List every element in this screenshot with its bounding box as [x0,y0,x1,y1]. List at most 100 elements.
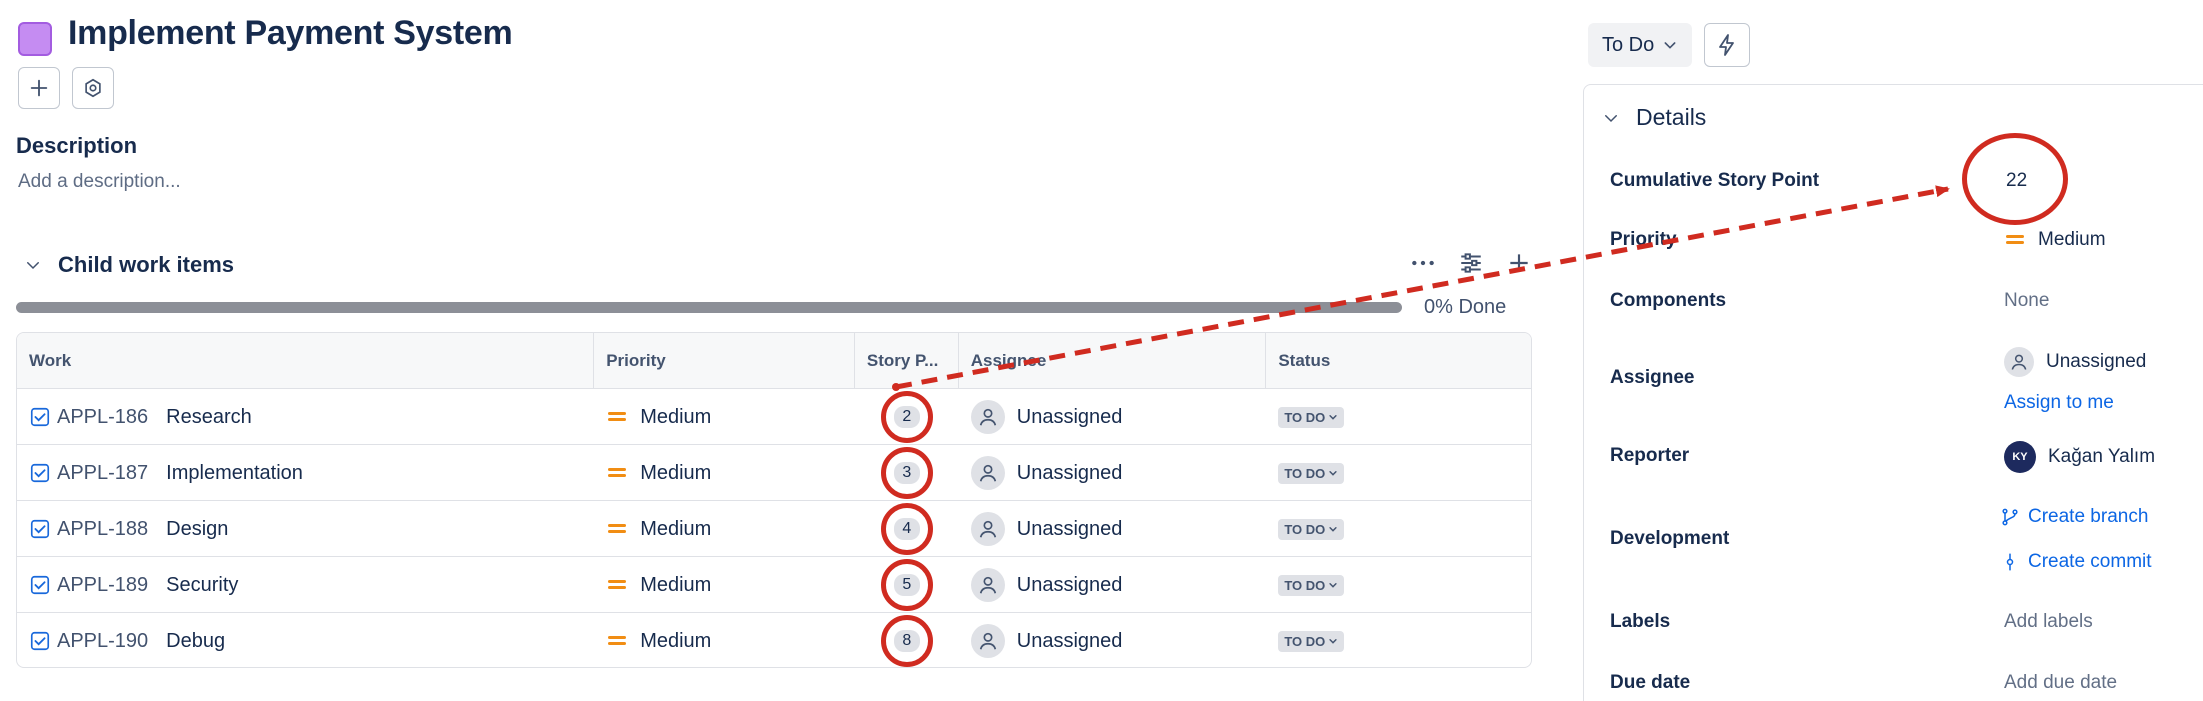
column-header-priority[interactable]: Priority [594,333,855,389]
table-row[interactable]: APPL-190 Debug Medium 8 Unassigned TO DO [17,613,1531,667]
story-points-annotated: 2 [880,391,933,443]
status-dropdown[interactable]: TO DO [1278,574,1345,596]
issue-key-link[interactable]: APPL-189 [57,574,148,597]
annotation-circle [880,615,933,667]
due-date-field[interactable]: Add due date [2004,672,2117,694]
story-points-annotated: 8 [880,615,933,667]
priority-cell[interactable]: Medium [594,445,855,501]
status-cell: TO DO [1266,613,1531,667]
work-cell: APPL-187 Implementation [17,445,594,501]
table-row[interactable]: APPL-186 Research Medium 2 Unassigned TO… [17,389,1531,445]
issue-key-link[interactable]: APPL-190 [57,630,148,653]
progress-bar [16,302,1402,313]
details-heading: Details [1636,104,1707,130]
issue-summary[interactable]: Implementation [166,462,303,485]
assignee-cell[interactable]: Unassigned [959,501,1267,557]
annotation-circle [880,447,933,499]
status-label: TO DO [1284,465,1326,481]
add-button[interactable] [18,67,60,109]
column-header-work[interactable]: Work [17,333,595,389]
assign-to-me-link[interactable]: Assign to me [2004,392,2114,414]
components-field[interactable]: None [2004,290,2049,312]
issue-key-link[interactable]: APPL-187 [57,462,148,485]
chevron-down-icon [1329,415,1337,420]
priority-field[interactable]: Medium [2004,229,2106,251]
commit-icon [2006,553,2014,571]
filter-options-icon[interactable] [1458,250,1484,276]
assignee-cell[interactable]: Unassigned [959,445,1267,501]
assignee-cell[interactable]: Unassigned [959,613,1267,667]
status-label: To Do [1602,33,1655,56]
user-icon [979,632,996,650]
story-points-cell[interactable]: 5 [855,557,959,613]
story-points-cell[interactable]: 8 [855,613,959,667]
priority-cell[interactable]: Medium [594,501,855,557]
assignee-value: Unassigned [1016,629,1123,652]
issue-summary[interactable]: Debug [166,630,225,653]
page-title[interactable]: Implement Payment System [68,14,513,53]
story-points-cell[interactable]: 4 [855,501,959,557]
epic-icon[interactable] [18,22,52,56]
issue-summary[interactable]: Security [166,574,238,597]
status-dropdown[interactable]: TO DO [1278,518,1345,540]
issue-summary[interactable]: Design [166,518,228,541]
create-commit-link[interactable]: Create commit [2000,551,2152,573]
details-header[interactable]: Details [1602,104,1706,131]
priority-medium-icon [2006,234,2026,246]
priority-value: Medium [640,461,712,484]
progress-label: 0% Done [1424,296,1507,318]
add-child-icon[interactable] [1506,250,1532,276]
create-branch-label: Create branch [2028,506,2149,527]
description-heading: Description [16,133,138,158]
status-label: TO DO [1284,409,1326,425]
table-row[interactable]: APPL-188 Design Medium 4 Unassigned TO D… [17,501,1531,557]
priority-cell[interactable]: Medium [594,557,855,613]
status-dropdown[interactable]: To Do [1588,23,1693,67]
chevron-down-icon [1329,471,1337,476]
work-cell: APPL-189 Security [17,557,594,613]
status-dropdown[interactable]: TO DO [1278,406,1345,428]
reporter-field[interactable]: KY Kağan Yalım [2004,441,2155,473]
issue-key-link[interactable]: APPL-188 [57,518,148,541]
story-points-cell[interactable]: 3 [855,445,959,501]
annotation-circle [880,391,933,443]
automation-button[interactable] [1704,23,1750,67]
chevron-down-icon[interactable] [1602,109,1620,127]
lightning-bolt-icon [1719,34,1734,56]
column-header-story-points[interactable]: Story P... [855,333,959,389]
assignee-field[interactable]: Unassigned [2004,347,2146,377]
hexagon-settings-icon [85,78,101,98]
status-label: TO DO [1284,577,1326,593]
create-commit-label: Create commit [2028,551,2152,572]
story-points-cell[interactable]: 2 [855,389,959,445]
status-cell: TO DO [1266,557,1531,613]
child-items-header[interactable]: Child work items [24,252,234,278]
issue-key-link[interactable]: APPL-186 [57,406,148,429]
chevron-down-icon[interactable] [24,256,42,274]
status-dropdown[interactable]: TO DO [1278,630,1345,652]
assignee-value: Unassigned [1016,405,1123,428]
column-header-status[interactable]: Status [1266,333,1531,389]
assignee-cell[interactable]: Unassigned [959,389,1267,445]
assignee-label: Assignee [1610,367,1695,388]
status-label: TO DO [1284,633,1326,649]
table-row[interactable]: APPL-189 Security Medium 5 Unassigned TO… [17,557,1531,613]
more-icon[interactable] [1410,250,1436,276]
table-row[interactable]: APPL-187 Implementation Medium 3 Unassig… [17,445,1531,501]
description-input[interactable]: Add a description... [18,171,181,193]
create-branch-link[interactable]: Create branch [2000,506,2148,528]
issue-summary[interactable]: Research [166,406,252,429]
column-header-assignee[interactable]: Assignee [959,333,1267,389]
priority-cell[interactable]: Medium [594,613,855,667]
child-items-table: Work Priority Story P... Assignee Status… [16,332,1532,668]
user-icon [2011,354,2027,370]
status-dropdown[interactable]: TO DO [1278,462,1345,484]
development-label: Development [1610,528,1730,549]
chevron-down-icon [1329,639,1337,644]
apps-button[interactable] [72,67,114,109]
priority-value: Medium [640,573,712,596]
avatar [970,568,1005,602]
priority-cell[interactable]: Medium [594,389,855,445]
assignee-cell[interactable]: Unassigned [959,557,1267,613]
labels-field[interactable]: Add labels [2004,611,2093,633]
